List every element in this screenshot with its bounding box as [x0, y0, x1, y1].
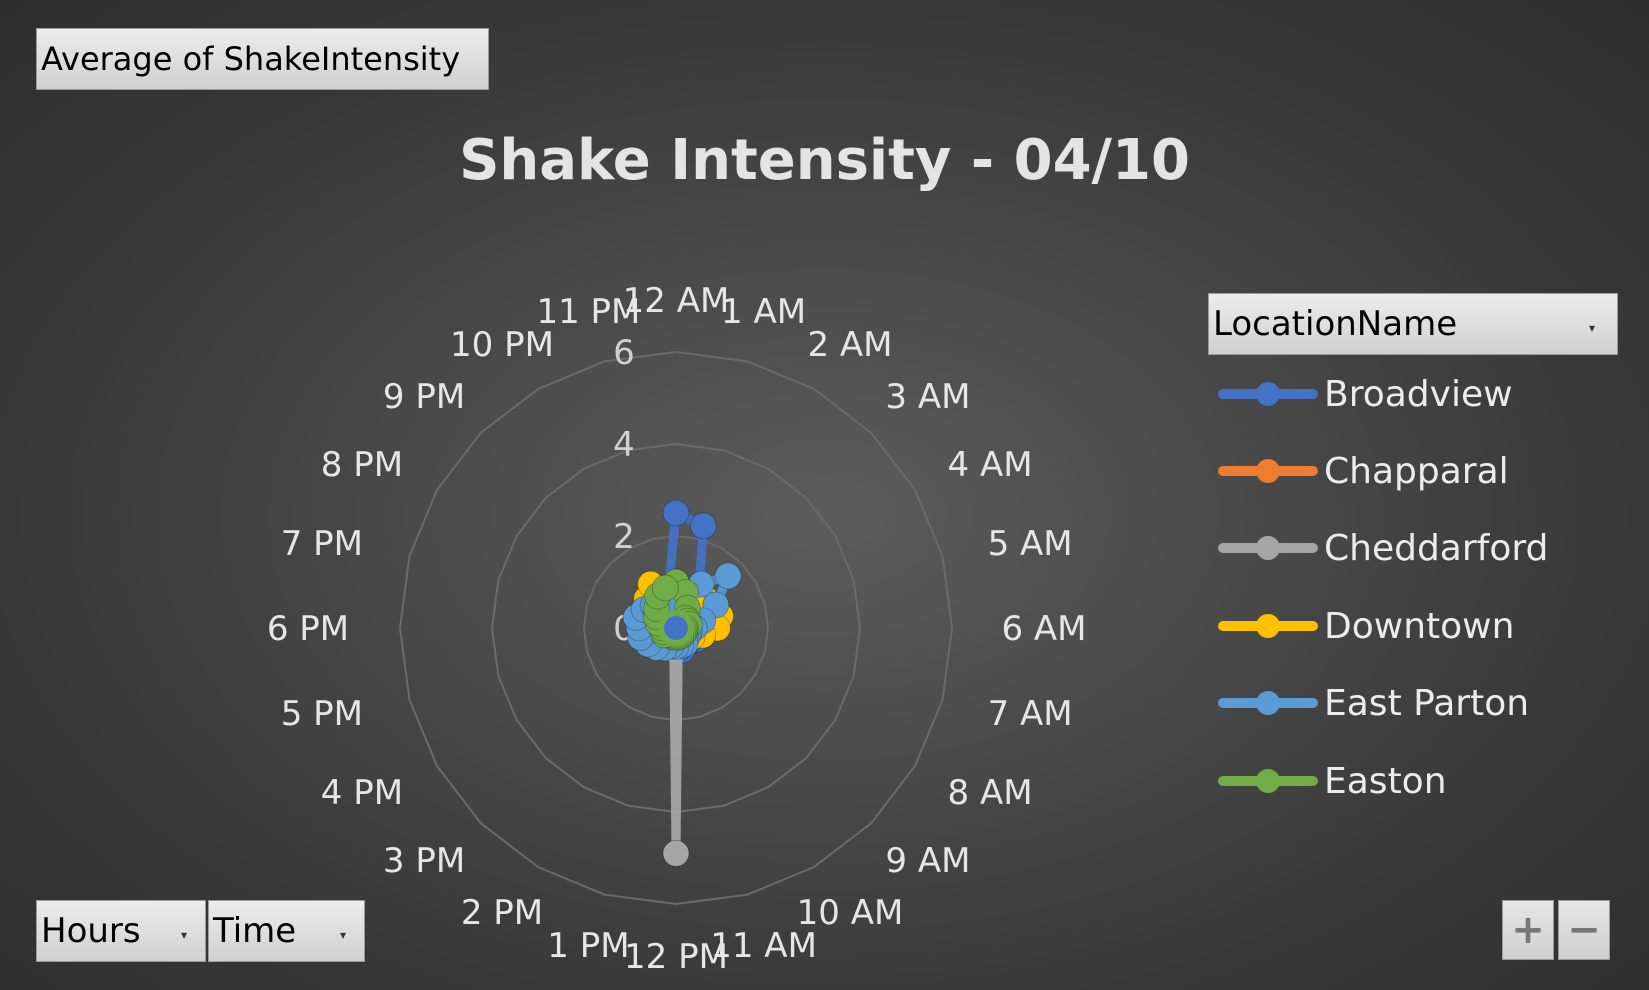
category-label: 1 PM [547, 926, 629, 966]
legend-swatch-icon [1218, 528, 1318, 568]
category-label: 9 AM [885, 841, 970, 881]
radial-tick-label: 2 [613, 517, 635, 557]
data-point-easton [651, 574, 679, 602]
legend-swatch-icon [1218, 606, 1318, 646]
category-label: 4 AM [948, 445, 1033, 485]
legend-label: Broadview [1324, 373, 1513, 415]
category-label: 8 AM [948, 773, 1033, 813]
radar-chart: 024612 AM1 AM2 AM3 AM4 AM5 AM6 AM7 AM8 A… [267, 281, 1087, 977]
zoom-out-button[interactable]: − [1558, 900, 1610, 960]
time-field-label: Time [213, 911, 297, 951]
time-field-button[interactable]: Time ▾ [208, 900, 365, 962]
category-label: 5 AM [988, 524, 1073, 564]
legend-item[interactable]: Broadview [1218, 373, 1513, 415]
category-label: 3 PM [383, 841, 465, 881]
legend-item[interactable]: Chapparal [1218, 450, 1509, 492]
legend-swatch-icon [1218, 451, 1318, 491]
legend-label: Easton [1324, 760, 1447, 802]
data-point-broadview [662, 499, 690, 527]
legend-label: Downtown [1324, 605, 1515, 647]
legend-field-button[interactable]: LocationName ▾ [1208, 293, 1618, 355]
data-point-cheddarford [662, 839, 690, 867]
center-marker [664, 616, 688, 640]
category-label: 7 PM [281, 524, 363, 564]
radial-tick-label: 4 [613, 425, 635, 465]
legend-item[interactable]: Downtown [1218, 605, 1515, 647]
legend-item[interactable]: Cheddarford [1218, 527, 1549, 569]
category-label: 2 AM [807, 325, 892, 365]
legend-label: Chapparal [1324, 450, 1509, 492]
category-label: 7 AM [988, 694, 1073, 734]
dropdown-arrow-icon: ▾ [180, 928, 187, 942]
category-label: 11 PM [536, 292, 640, 332]
category-label: 4 PM [321, 773, 403, 813]
hours-field-button[interactable]: Hours ▾ [36, 900, 206, 962]
category-label: 6 AM [1001, 609, 1086, 649]
legend-item[interactable]: East Parton [1218, 682, 1530, 724]
category-label: 8 PM [321, 445, 403, 485]
category-label: 6 PM [267, 609, 349, 649]
hours-field-label: Hours [41, 911, 141, 951]
legend-label: East Parton [1324, 682, 1530, 724]
category-label: 12 PM [624, 937, 728, 977]
legend-label: Cheddarford [1324, 527, 1549, 569]
radial-tick-label: 6 [613, 333, 635, 373]
category-label: 1 AM [721, 292, 806, 332]
legend-swatch-icon [1218, 683, 1318, 723]
category-label: 5 PM [281, 694, 363, 734]
category-label: 9 PM [383, 377, 465, 417]
legend-swatch-icon [1218, 761, 1318, 801]
data-point-east-parton [714, 562, 742, 590]
legend-field-label: LocationName [1213, 304, 1458, 344]
data-point-broadview [689, 512, 717, 540]
category-label: 3 AM [885, 377, 970, 417]
legend-swatch-icon [1218, 374, 1318, 414]
category-label: 2 PM [461, 893, 543, 933]
dropdown-arrow-icon: ▾ [1588, 321, 1595, 335]
dropdown-arrow-icon: ▾ [339, 928, 346, 942]
legend-item[interactable]: Easton [1218, 760, 1447, 802]
zoom-in-button[interactable]: + [1502, 900, 1554, 960]
